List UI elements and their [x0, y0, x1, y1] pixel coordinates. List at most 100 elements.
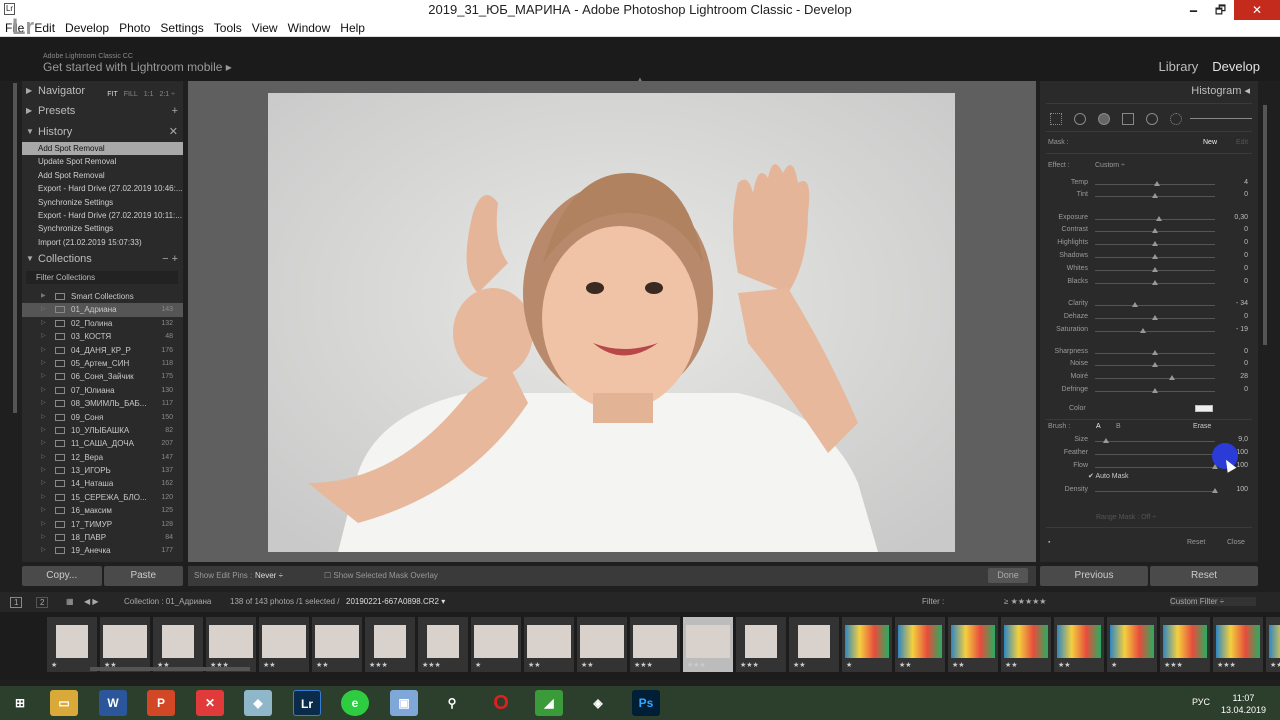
- shadows-slider-value[interactable]: 0: [1218, 252, 1248, 259]
- expand-arrow-icon[interactable]: ▷: [41, 397, 46, 410]
- filmstrip-thumbnail[interactable]: ★★: [1054, 617, 1104, 672]
- evernote-icon[interactable]: e: [341, 690, 369, 716]
- layers-icon[interactable]: ◈: [584, 690, 612, 716]
- tool-icon[interactable]: ⚲: [438, 690, 466, 716]
- collection-item[interactable]: ▷ 03_КОСТЯ 48: [22, 330, 183, 343]
- star-filter[interactable]: ≥ ★★★★★: [1004, 597, 1046, 606]
- filmstrip-thumbnail[interactable]: ★★★: [683, 617, 733, 672]
- page-2-button[interactable]: 2: [36, 597, 49, 608]
- contrast-slider-value[interactable]: 0: [1218, 226, 1248, 233]
- graduated-filter-icon[interactable]: [1122, 113, 1134, 125]
- filmstrip-thumbnail[interactable]: ★★: [312, 617, 362, 672]
- range-mask-select[interactable]: Range Mask : Off ÷: [1096, 514, 1156, 521]
- expand-arrow-icon[interactable]: ▷: [41, 544, 46, 557]
- expand-arrow-icon[interactable]: ▷: [41, 344, 46, 357]
- saturation-slider-track[interactable]: [1095, 331, 1215, 332]
- density-slider-value[interactable]: 100: [1218, 486, 1248, 493]
- mask-new-button[interactable]: New: [1203, 139, 1217, 146]
- menu-help[interactable]: Help: [335, 20, 370, 36]
- mask-reset-button[interactable]: Reset: [1187, 539, 1205, 546]
- clear-history-icon[interactable]: ✕: [169, 122, 178, 142]
- filter-collections-field[interactable]: Filter Collections: [26, 271, 178, 284]
- collection-item[interactable]: ▷ 09_Соня 150: [22, 411, 183, 424]
- tint-slider-value[interactable]: 0: [1218, 191, 1248, 198]
- collection-item[interactable]: ▷ 13_ИГОРЬ 137: [22, 464, 183, 477]
- lightroom-mobile-link[interactable]: Get started with Lightroom mobile ▸: [43, 60, 232, 74]
- filmstrip-thumbnail[interactable]: ★★★: [736, 617, 786, 672]
- feather-slider-track[interactable]: [1095, 454, 1215, 455]
- collection-item[interactable]: ▷ 16_максим 125: [22, 504, 183, 517]
- expand-arrow-icon[interactable]: ▷: [41, 531, 46, 544]
- explorer-icon[interactable]: ▭: [50, 690, 78, 716]
- custom-filter-select[interactable]: Custom Filter ÷: [1170, 597, 1256, 606]
- dehaze-slider-value[interactable]: 0: [1218, 313, 1248, 320]
- app-icon[interactable]: ▣: [390, 690, 418, 716]
- temp-slider-value[interactable]: 4: [1218, 179, 1248, 186]
- collection-item[interactable]: ▷ 12_Вера 147: [22, 451, 183, 464]
- opera-icon[interactable]: O: [487, 690, 515, 716]
- filmstrip-scrollbar[interactable]: [90, 667, 250, 671]
- collection-item[interactable]: ▷ 18_ПАВР 84: [22, 531, 183, 544]
- blacks-slider-value[interactable]: 0: [1218, 278, 1248, 285]
- panel-switch-icon[interactable]: ▪: [1048, 539, 1050, 546]
- powerpoint-icon[interactable]: P: [147, 690, 175, 716]
- clarity-slider-thumb[interactable]: [1131, 302, 1138, 307]
- collection-item[interactable]: ▷ 06_Соня_Зайчик 175: [22, 370, 183, 383]
- expand-arrow-icon[interactable]: ▷: [41, 303, 46, 316]
- filmstrip-thumbnail[interactable]: ★★: [100, 617, 150, 672]
- collection-item[interactable]: ▷ 08_ЭМИМЛЬ_БАБ... 117: [22, 397, 183, 410]
- sharpness-slider-thumb[interactable]: [1152, 350, 1158, 355]
- moir-slider-track[interactable]: [1095, 378, 1215, 379]
- back-arrow-icon[interactable]: ◀ ▶: [84, 597, 99, 606]
- expand-arrow-icon[interactable]: ▷: [41, 491, 46, 504]
- main-photo[interactable]: [268, 93, 955, 552]
- menu-view[interactable]: View: [247, 20, 283, 36]
- defringe-slider-value[interactable]: 0: [1218, 386, 1248, 393]
- previous-button[interactable]: Previous: [1040, 566, 1148, 586]
- red-eye-icon[interactable]: [1098, 113, 1110, 125]
- clarity-slider-track[interactable]: [1095, 305, 1215, 306]
- auto-mask-checkbox[interactable]: ✔ Auto Mask: [1088, 472, 1129, 480]
- erase-button[interactable]: Erase: [1193, 423, 1211, 430]
- effect-select[interactable]: Custom ÷: [1095, 162, 1125, 169]
- filmstrip-thumbnail[interactable]: ★★: [1001, 617, 1051, 672]
- mask-edit-button[interactable]: Edit: [1236, 139, 1248, 146]
- filmstrip-thumbnail[interactable]: ★★: [577, 617, 627, 672]
- page-1-button[interactable]: 1: [10, 597, 23, 608]
- filmstrip-thumbnail[interactable]: ★★: [1266, 617, 1280, 672]
- file-name[interactable]: 20190221-667A0898.CR2 ▾: [346, 597, 445, 606]
- history-item[interactable]: Add Spot Removal: [22, 169, 183, 182]
- size-slider-value[interactable]: 9,0: [1218, 436, 1248, 443]
- collection-item[interactable]: ▷ 01_Адриана 143: [22, 303, 183, 317]
- filmstrip-thumbnail[interactable]: ★★★: [630, 617, 680, 672]
- reset-button[interactable]: Reset: [1150, 566, 1258, 586]
- tool-slider[interactable]: [1190, 118, 1252, 119]
- size-slider-thumb[interactable]: [1102, 438, 1109, 443]
- language-indicator[interactable]: РУС: [1192, 697, 1210, 707]
- radial-filter-icon[interactable]: [1146, 113, 1158, 125]
- history-item[interactable]: Add Spot Removal: [22, 142, 183, 156]
- noise-slider-value[interactable]: 0: [1218, 360, 1248, 367]
- menu-tools[interactable]: Tools: [209, 20, 247, 36]
- expand-arrow-icon[interactable]: ▷: [41, 477, 46, 490]
- blacks-slider-thumb[interactable]: [1152, 280, 1158, 285]
- filmstrip-thumbnail[interactable]: ★★★: [418, 617, 468, 672]
- shadows-slider-thumb[interactable]: [1152, 254, 1158, 259]
- collection-item[interactable]: ▷ 04_ДАНЯ_КР_Р 176: [22, 344, 183, 357]
- filmstrip-thumbnail[interactable]: ★★: [789, 617, 839, 672]
- collections-header[interactable]: ▼ Collections − +: [22, 249, 183, 269]
- left-scrollbar[interactable]: [13, 83, 17, 413]
- noise-slider-thumb[interactable]: [1152, 362, 1158, 367]
- filmstrip-thumbnail[interactable]: ★: [47, 617, 97, 672]
- photoshop-icon[interactable]: Ps: [632, 690, 660, 716]
- collection-item[interactable]: ▷ 17_ТИМУР 128: [22, 518, 183, 531]
- paste-button[interactable]: Paste: [103, 566, 183, 586]
- app-icon[interactable]: ◢: [535, 690, 563, 716]
- crop-tool-icon[interactable]: [1050, 113, 1062, 125]
- minimize-button[interactable]: 🗕: [1180, 0, 1207, 20]
- history-item[interactable]: Update Spot Removal: [22, 155, 183, 168]
- histogram-header[interactable]: Histogram ◂: [1191, 84, 1250, 97]
- module-develop[interactable]: Develop: [1212, 59, 1260, 74]
- expand-arrow-icon[interactable]: ▷: [41, 330, 46, 343]
- expand-arrow-icon[interactable]: ▶: [41, 290, 46, 303]
